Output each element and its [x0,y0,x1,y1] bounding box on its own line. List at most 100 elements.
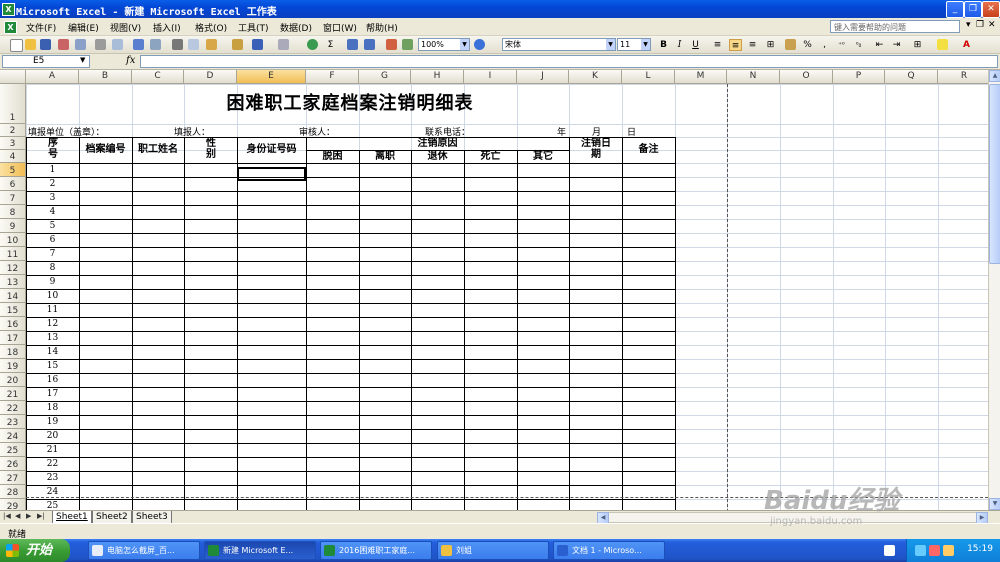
minimize-button[interactable]: _ [946,1,964,18]
increase-decimal-icon[interactable]: ⁺⁰ [835,39,848,51]
menu-file[interactable]: 文件(F) [26,21,56,34]
borders-icon[interactable]: ⊞ [911,39,924,51]
menu-format[interactable]: 格式(O) [195,21,227,34]
scroll-thumb[interactable] [989,84,1000,264]
print-preview-icon[interactable] [112,39,123,50]
menu-edit[interactable]: 编辑(E) [68,21,99,34]
vertical-scrollbar[interactable]: ▲ ▼ [988,70,1000,510]
column-header-j[interactable]: J [517,70,569,84]
cut-icon[interactable] [172,39,183,50]
align-right-icon[interactable]: ≡ [746,39,759,51]
row-header-21[interactable]: 21 [0,387,26,401]
row-header-16[interactable]: 16 [0,317,26,331]
task-item[interactable]: 新建 Microsoft E... [204,541,316,560]
row-header-9[interactable]: 9 [0,219,26,233]
decrease-indent-icon[interactable]: ⇤ [873,39,886,51]
excel-app-icon[interactable]: X [2,3,15,16]
help-icon[interactable] [474,39,485,50]
currency-icon[interactable] [785,39,796,50]
start-button[interactable]: 开始 [0,539,70,562]
research-icon[interactable] [150,39,161,50]
row-header-23[interactable]: 23 [0,415,26,429]
permission-icon[interactable] [58,39,69,50]
comma-style-icon[interactable]: , [818,39,831,51]
font-select[interactable]: 宋体 ▼ [502,38,616,51]
hyperlink-icon[interactable] [307,39,318,50]
column-header-c[interactable]: C [132,70,184,84]
spelling-icon[interactable] [133,39,144,50]
row-header-28[interactable]: 28 [0,485,26,499]
email-icon[interactable] [75,39,86,50]
task-item[interactable]: 2016困难职工家庭... [320,541,432,560]
row-header-8[interactable]: 8 [0,205,26,219]
sort-descending-icon[interactable] [364,39,375,50]
row-header-13[interactable]: 13 [0,275,26,289]
menu-tools[interactable]: 工具(T) [238,21,269,34]
underline-button[interactable]: U [689,39,702,51]
keyboard-icon[interactable] [884,545,895,556]
sort-ascending-icon[interactable] [347,39,358,50]
row-header-11[interactable]: 11 [0,247,26,261]
next-sheet-icon[interactable]: ▶ [26,512,31,520]
column-header-n[interactable]: N [727,70,780,84]
row-header-14[interactable]: 14 [0,289,26,303]
align-center-icon[interactable]: ≡ [729,39,742,51]
save-icon[interactable] [40,39,51,50]
row-header-10[interactable]: 10 [0,233,26,247]
workbook-icon[interactable]: X [4,21,17,34]
bold-button[interactable]: B [657,39,670,51]
menu-help[interactable]: 帮助(H) [366,21,398,34]
row-header-26[interactable]: 26 [0,457,26,471]
column-header-a[interactable]: A [26,70,79,84]
row-header-6[interactable]: 6 [0,177,26,191]
column-header-k[interactable]: K [569,70,622,84]
task-item[interactable]: 文档 1 - Microso... [553,541,665,560]
column-header-b[interactable]: B [79,70,132,84]
worksheet-grid[interactable]: A B C D E F G H I J K L M N O P Q R 1 2 3 4 5 6 7 8 9 10 11 12 13 14 15 1… [0,70,988,510]
row-header-20[interactable]: 20 [0,373,26,387]
new-icon[interactable] [10,39,23,52]
column-header-r[interactable]: R [938,70,988,84]
row-header-5[interactable]: 5 [0,163,26,177]
row-header-18[interactable]: 18 [0,345,26,359]
column-header-m[interactable]: M [675,70,727,84]
column-header-i[interactable]: I [464,70,517,84]
row-header-17[interactable]: 17 [0,331,26,345]
column-header-o[interactable]: O [780,70,833,84]
font-size-select[interactable]: 11 ▼ [617,38,651,51]
column-header-q[interactable]: Q [885,70,938,84]
redo-icon[interactable] [278,39,289,50]
undo-icon[interactable] [252,39,263,50]
row-header-25[interactable]: 25 [0,443,26,457]
name-box[interactable]: E5 [2,55,90,68]
chart-wizard-icon[interactable] [386,39,397,50]
security-icon[interactable] [929,545,940,556]
formula-input[interactable] [140,55,998,68]
fill-color-icon[interactable] [937,39,948,50]
row-header-29[interactable]: 29 [0,499,26,510]
network-icon[interactable] [915,545,926,556]
column-header-d[interactable]: D [184,70,237,84]
restore-workbook-icon[interactable]: ❐ [976,20,984,30]
column-header-e[interactable]: E [237,70,306,84]
restore-button[interactable]: ❐ [964,1,982,18]
task-item[interactable]: 刘姐 [437,541,549,560]
column-header-f[interactable]: F [306,70,359,84]
select-all-corner[interactable] [0,70,26,84]
row-header-7[interactable]: 7 [0,191,26,205]
chevron-down-icon[interactable]: ▼ [80,56,85,64]
chevron-down-icon[interactable]: ▾ [966,20,971,30]
column-header-l[interactable]: L [622,70,675,84]
scroll-down-icon[interactable]: ▼ [989,498,1000,510]
row-header-22[interactable]: 22 [0,401,26,415]
print-icon[interactable] [95,39,106,50]
column-header-h[interactable]: H [411,70,464,84]
format-painter-icon[interactable] [232,39,243,50]
column-header-p[interactable]: P [833,70,885,84]
zoom-select[interactable]: 100% ▼ [418,38,470,51]
scroll-up-icon[interactable]: ▲ [989,70,1000,82]
prev-sheet-icon[interactable]: ◀ [15,512,20,520]
column-header-g[interactable]: G [359,70,411,84]
menu-view[interactable]: 视图(V) [110,21,141,34]
row-header-24[interactable]: 24 [0,429,26,443]
